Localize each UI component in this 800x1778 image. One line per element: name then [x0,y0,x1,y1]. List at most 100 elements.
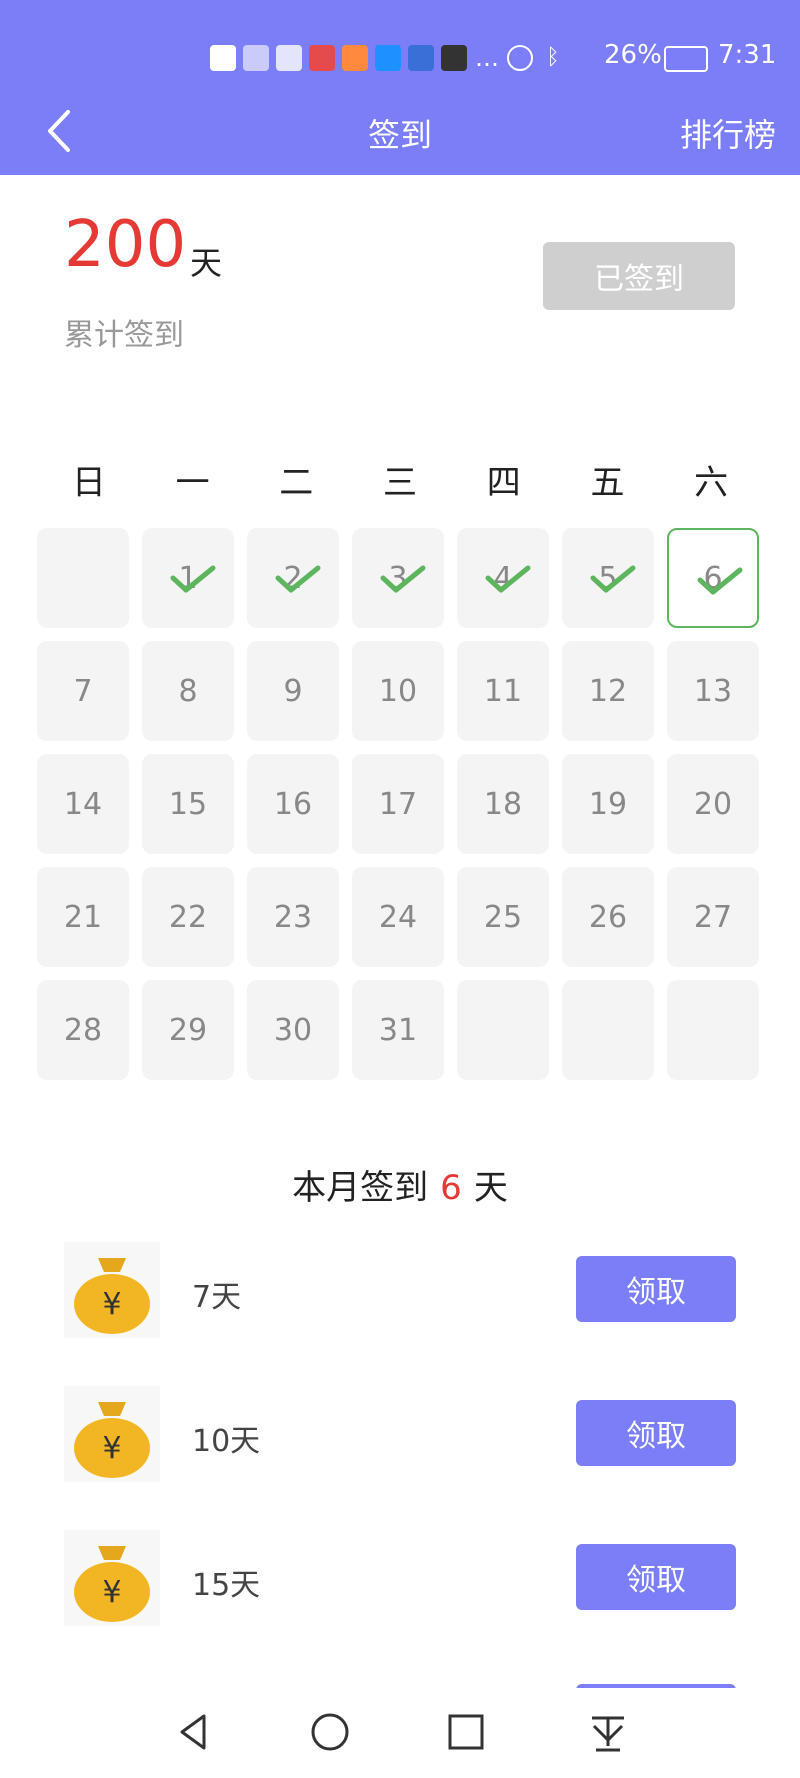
status-bar: … ᛒ 26% 7:31 [0,38,800,82]
calendar-day[interactable]: 28 [37,980,129,1080]
day-number: 29 [168,1012,208,1048]
more-dots-icon: … [475,44,499,72]
day-number: 20 [693,786,733,822]
alarm-icon [507,45,533,71]
month-summary-suffix: 天 [473,1168,508,1208]
nav-bar: 签到 排行榜 [0,100,800,162]
calendar-grid: 1 2 3 4 5 6 7 8 9 10 11 12 13 14 15 16 17 18 19 20 21 22 23 24 2… [37,528,763,1080]
calendar-day[interactable]: 29 [142,980,234,1080]
reward-label: 10天 [192,1424,261,1459]
calendar-day[interactable]: 12 [562,641,654,741]
calendar-day[interactable]: 26 [562,867,654,967]
calendar-day[interactable]: 27 [667,867,759,967]
reward-item: ¥ 15天 领取 [0,1520,800,1664]
money-bag-icon: ¥ [64,1386,160,1482]
app-icon-blue [375,45,401,71]
day-number: 22 [168,899,208,935]
bluetooth-icon: ᛒ [546,45,560,70]
money-bag-icon: ¥ [64,1242,160,1338]
weekday: 二 [279,463,314,503]
system-nav-bar [0,1688,800,1778]
nav-home-icon[interactable] [306,1708,354,1756]
battery-icon [664,46,708,72]
calendar-day[interactable]: 3 [352,528,444,628]
calendar-day[interactable]: 6 [667,528,759,628]
calendar-day[interactable]: 8 [142,641,234,741]
app-icon-darkblue [408,45,434,71]
days-unit: 天 [190,244,223,282]
total-days: 200 [64,208,187,282]
wifi-icon [276,45,302,71]
weekday: 五 [590,463,625,503]
calendar-empty-cell [37,528,129,628]
money-bag-icon: ¥ [64,1530,160,1626]
calendar-day[interactable]: 2 [247,528,339,628]
calendar-day[interactable]: 10 [352,641,444,741]
total-days-label: 累计签到 [64,318,184,353]
day-number: 24 [378,899,418,935]
day-number: 9 [283,673,303,709]
day-number: 16 [273,786,313,822]
day-number: 15 [168,786,208,822]
calendar-day[interactable]: 13 [667,641,759,741]
calendar-day[interactable]: 18 [457,754,549,854]
battery-text: 26% [604,40,662,70]
day-number: 25 [483,899,523,935]
calendar-day[interactable]: 20 [667,754,759,854]
weekday: 四 [486,463,521,503]
month-summary: 本月签到 6 天 [0,1160,800,1209]
day-number: 12 [588,673,628,709]
calendar-day[interactable]: 4 [457,528,549,628]
weekday: 三 [383,463,418,503]
calendar-day[interactable]: 17 [352,754,444,854]
signed-button[interactable]: 已签到 [543,242,735,310]
weekday-header: 日 一 二 三 四 五 六 [37,455,763,505]
calendar-day[interactable]: 25 [457,867,549,967]
leaderboard-link[interactable]: 排行榜 [680,110,776,156]
nav-recents-icon[interactable] [442,1708,490,1756]
calendar-day[interactable]: 9 [247,641,339,741]
reward-label: 15天 [192,1568,261,1603]
calendar-day[interactable]: 5 [562,528,654,628]
weekday: 日 [71,463,106,503]
app-icon-orange [342,45,368,71]
calendar-day[interactable]: 19 [562,754,654,854]
app-icon-red [309,45,335,71]
check-icon [697,567,743,595]
reward-label: 7天 [192,1280,242,1315]
calendar-day[interactable]: 22 [142,867,234,967]
svg-text:¥: ¥ [102,1431,121,1466]
calendar-day[interactable]: 15 [142,754,234,854]
calendar-day[interactable]: 24 [352,867,444,967]
claim-button[interactable]: 领取 [576,1400,736,1466]
calendar-day[interactable]: 21 [37,867,129,967]
header: … ᛒ 26% 7:31 签到 排行榜 [0,0,800,175]
status-icons: … ᛒ [210,44,566,72]
calendar-empty-cell [457,980,549,1080]
app-icon-avatar [441,45,467,71]
calendar-day[interactable]: 23 [247,867,339,967]
day-number: 19 [588,786,628,822]
calendar-day[interactable]: 30 [247,980,339,1080]
calendar-day[interactable]: 31 [352,980,444,1080]
reward-item: ¥ 10天 领取 [0,1376,800,1520]
signal-icon [243,45,269,71]
svg-text:¥: ¥ [102,1575,121,1610]
time-text: 7:31 [718,40,777,70]
claim-button[interactable]: 领取 [576,1256,736,1322]
calendar-day[interactable]: 14 [37,754,129,854]
day-number: 21 [63,899,103,935]
calendar-day[interactable]: 16 [247,754,339,854]
claim-button[interactable]: 领取 [576,1544,736,1610]
day-number: 7 [73,673,93,709]
check-icon [485,565,531,593]
nav-back-icon[interactable] [170,1708,218,1756]
weekday: 六 [694,463,729,503]
day-number: 11 [483,673,523,709]
day-number: 28 [63,1012,103,1048]
calendar-day[interactable]: 7 [37,641,129,741]
nav-dropdown-icon[interactable] [584,1708,632,1756]
calendar-day[interactable]: 1 [142,528,234,628]
day-number: 31 [378,1012,418,1048]
calendar-day[interactable]: 11 [457,641,549,741]
